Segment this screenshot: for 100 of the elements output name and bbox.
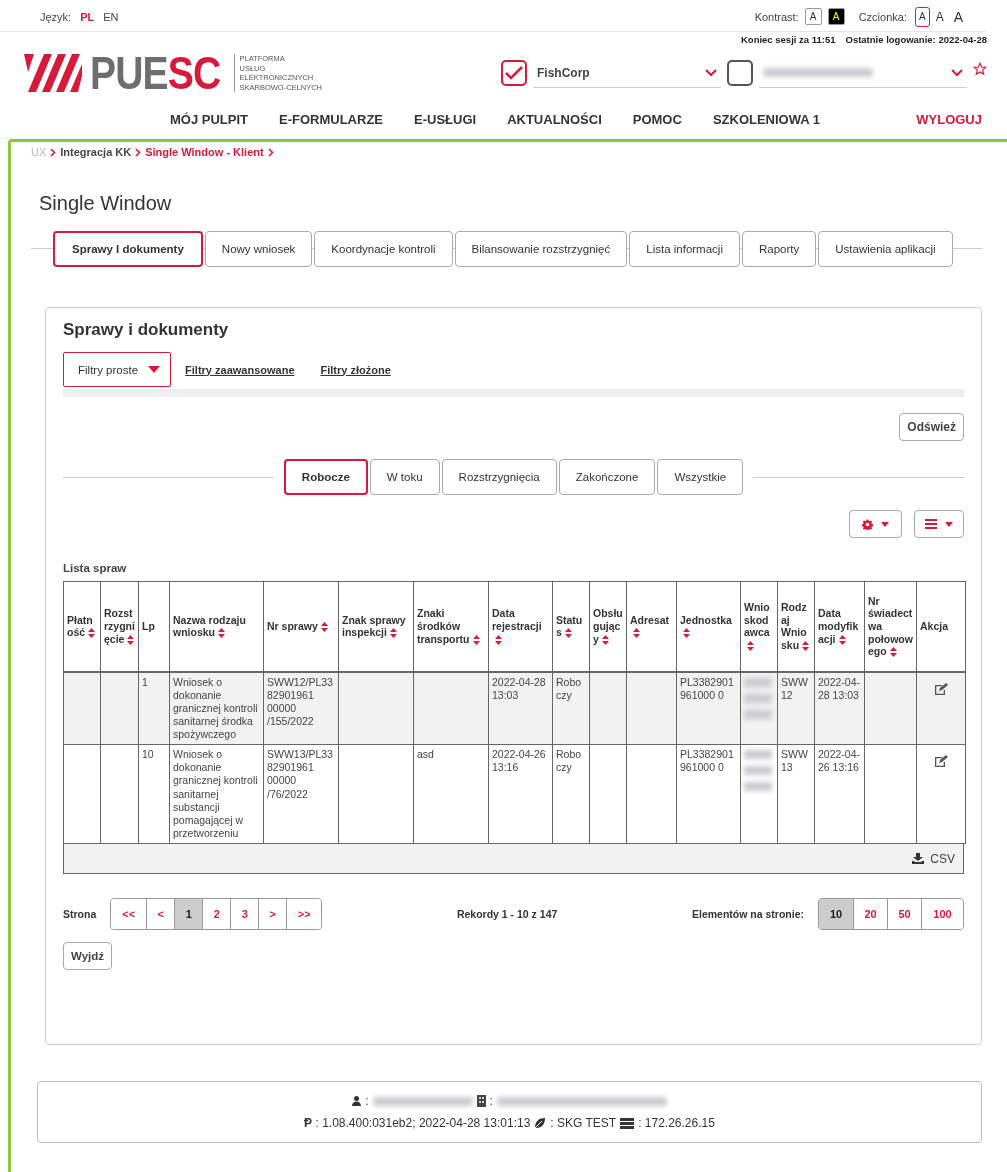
context-select[interactable]: FishCorp xyxy=(533,58,721,88)
table-cell: Roboczy xyxy=(552,744,590,844)
column-header[interactable]: Status xyxy=(552,581,590,672)
logout-link[interactable]: WYLOGUJ xyxy=(916,112,982,127)
column-header: Akcja xyxy=(916,581,966,672)
edit-icon[interactable] xyxy=(934,682,948,695)
column-header[interactable]: Znak sprawy inspekcji xyxy=(338,581,414,672)
column-header[interactable]: Wnioskodawca xyxy=(740,581,778,672)
column-header[interactable]: Adresat xyxy=(626,581,677,672)
column-header[interactable]: Jednostka xyxy=(676,581,741,672)
checkbox[interactable] xyxy=(501,60,527,86)
page-button[interactable]: >> xyxy=(286,899,322,929)
status-tab[interactable]: Rozstrzygnięcia xyxy=(441,459,557,495)
sort-icon[interactable] xyxy=(633,628,640,639)
column-header[interactable]: Nazwa rodzaju wniosku xyxy=(169,581,264,672)
filter-dropdown[interactable]: Filtry proste xyxy=(63,352,172,387)
table-cell: asd xyxy=(413,744,489,844)
font-size-button[interactable]: A xyxy=(914,6,930,27)
edit-icon[interactable] xyxy=(934,755,948,768)
chevron-right-icon xyxy=(50,147,57,157)
language-option[interactable]: EN xyxy=(103,10,119,23)
sort-icon[interactable] xyxy=(683,628,690,639)
column-header[interactable]: Nr sprawy xyxy=(263,581,339,672)
nav-item[interactable]: POMOC xyxy=(632,112,682,127)
caret-icon xyxy=(945,521,953,527)
tab[interactable]: Lista informacji xyxy=(629,231,740,267)
tab[interactable]: Koordynacje kontroli xyxy=(314,231,453,267)
table-cell: Wniosek o dokonanie granicznej kontroli sanitarnej substancji pomagającej w przetworzeniu xyxy=(169,744,264,844)
filter-link[interactable]: Filtry złożone xyxy=(320,363,391,376)
page-title: Single Window xyxy=(39,192,173,215)
column-header[interactable]: Obsługujący xyxy=(589,581,627,672)
chevron-down-icon xyxy=(705,68,717,77)
sort-icon[interactable] xyxy=(802,641,810,652)
chevron-right-icon xyxy=(135,147,142,157)
column-header[interactable]: Data modyfikacji xyxy=(814,581,865,672)
status-tab[interactable]: Robocze xyxy=(283,459,368,495)
star-icon[interactable] xyxy=(973,62,987,76)
sort-icon[interactable] xyxy=(88,628,96,639)
sort-icon[interactable] xyxy=(564,628,572,639)
nav-item[interactable]: SZKOLENIOWA 1 xyxy=(712,112,820,127)
building-icon xyxy=(476,1095,486,1107)
nav-item[interactable]: AKTUALNOŚCI xyxy=(507,112,602,127)
column-header[interactable]: Rozstrzygnięcie xyxy=(100,581,139,672)
sort-icon[interactable] xyxy=(747,641,754,652)
nav-item[interactable]: E-FORMULARZE xyxy=(279,112,383,127)
contrast-button[interactable]: A xyxy=(804,8,822,25)
sort-icon[interactable] xyxy=(320,622,328,633)
tab[interactable]: Sprawy I dokumenty xyxy=(53,231,203,267)
table-cell: 10 xyxy=(138,744,170,844)
font-size-button[interactable]: A xyxy=(949,6,967,27)
page-size-button[interactable]: 10 xyxy=(819,899,853,929)
tab[interactable]: Nowy wniosek xyxy=(204,231,313,267)
nav-item[interactable]: MÓJ PULPIT xyxy=(170,112,248,127)
session-timer: Koniec sesji za 11:51 xyxy=(740,34,836,45)
sort-icon[interactable] xyxy=(889,647,897,658)
table-cell: 2022-04-28 13:03 xyxy=(814,671,865,745)
sort-icon[interactable] xyxy=(127,634,135,645)
last-login: Ostatnie logowanie: 2022-04-28 xyxy=(845,34,987,45)
server-icon xyxy=(620,1117,635,1129)
sort-icon[interactable] xyxy=(218,628,225,639)
column-header[interactable]: Płatność xyxy=(63,581,101,672)
column-header[interactable]: Data rejestracji xyxy=(488,581,553,672)
sort-icon[interactable] xyxy=(472,634,480,645)
font-size-label: Czcionka: xyxy=(858,10,907,23)
table-cell: SWW 13 xyxy=(777,744,815,844)
csv-export-link[interactable]: CSV xyxy=(912,851,955,866)
status-tab[interactable]: Wszystkie xyxy=(657,459,744,495)
chevron-right-icon xyxy=(267,147,274,157)
contrast-button[interactable]: A xyxy=(827,8,845,25)
language-label: Język: xyxy=(40,10,72,23)
sort-icon[interactable] xyxy=(838,634,846,645)
checkbox[interactable] xyxy=(727,60,753,86)
logo-wordmark: PUESC xyxy=(90,50,221,96)
columns-menu-button[interactable] xyxy=(914,510,964,538)
nav-item[interactable]: E-USŁUGI xyxy=(414,112,477,127)
sort-icon[interactable] xyxy=(389,628,397,639)
sort-icon[interactable] xyxy=(495,634,502,645)
column-header[interactable]: Nr świadectwa połowowego xyxy=(864,581,917,672)
tab[interactable]: Ustawienia aplikacji xyxy=(818,231,953,267)
filter-link[interactable]: Filtry zaawansowane xyxy=(185,363,295,376)
status-tab[interactable]: W toku xyxy=(369,459,440,495)
settings-menu-button[interactable] xyxy=(849,510,902,538)
page-size-button[interactable]: 100 xyxy=(921,899,963,929)
tab[interactable]: Raporty xyxy=(741,231,817,267)
page-size-label: Elementów na stronie: xyxy=(691,908,804,920)
language-option[interactable]: PL xyxy=(80,10,95,23)
breadcrumb-link[interactable]: Single Window - Klient xyxy=(145,146,264,158)
column-header[interactable]: Znaki środków transportu xyxy=(413,581,489,672)
menu-icon xyxy=(925,519,937,529)
table-cell: PL3382901961000 0 xyxy=(676,671,741,745)
checkmark-icon xyxy=(505,66,523,80)
font-size-button[interactable]: A xyxy=(931,6,948,27)
tab[interactable]: Bilansowanie rozstrzygnięć xyxy=(454,231,628,267)
refresh-button[interactable]: Odśwież xyxy=(899,413,964,441)
sort-icon[interactable] xyxy=(601,634,609,645)
page-button[interactable]: 1 xyxy=(174,899,203,929)
status-tab[interactable]: Zakończone xyxy=(558,459,656,495)
column-header[interactable]: Rodzaj Wniosku xyxy=(777,581,815,672)
exit-button[interactable]: Wyjdź xyxy=(63,942,112,970)
breadcrumb-link[interactable]: Integracja KK xyxy=(60,146,132,158)
